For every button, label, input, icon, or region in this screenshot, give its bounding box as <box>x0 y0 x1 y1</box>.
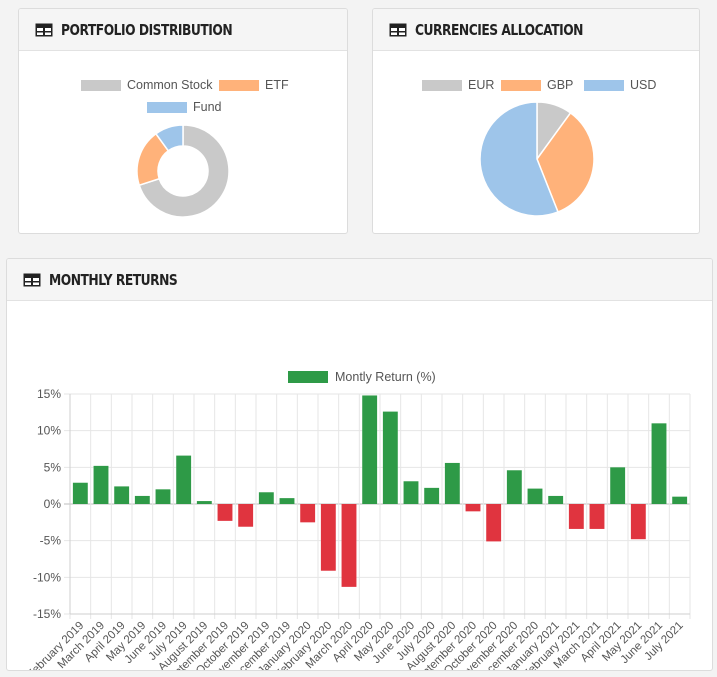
y-tick-label: -5% <box>40 534 62 548</box>
portfolio-doughnut-chart: Common Stock ETF Fund <box>81 78 289 218</box>
bar-august-2020 <box>444 462 460 504</box>
table-icon <box>35 23 53 36</box>
legend-swatch-etf <box>219 80 259 91</box>
legend-swatch-usd <box>584 80 624 91</box>
legend-label-common-stock: Common Stock <box>127 78 213 92</box>
y-tick-label: 0% <box>44 497 62 511</box>
bar-october-2019 <box>238 504 254 527</box>
monthly-returns-bar-chart: Montly Return (%)15%10%5%0%-5%-10%-15%Fe… <box>25 370 691 670</box>
monthly-returns-panel: MONTHLY RETURNS Montly Return (%) 15% 10% 5… <box>6 258 713 671</box>
panel-title: MONTHLY RETURNS <box>49 270 178 289</box>
portfolio-distribution-panel: PORTFOLIO DISTRIBUTION Common Stock ETF Fu… <box>18 8 348 234</box>
portfolio-distribution-header: PORTFOLIO DISTRIBUTION <box>19 9 347 51</box>
bar-february-2021 <box>568 504 584 529</box>
y-tick-label: 10% <box>37 424 61 438</box>
legend-label-usd: USD <box>630 78 656 92</box>
bar-july-2019 <box>176 455 192 504</box>
table-icon <box>23 273 41 286</box>
currencies-pie-chart: EUR GBP USD <box>422 78 656 217</box>
legend-label-monthly-return: Montly Return (%) <box>335 370 436 384</box>
y-tick-label: -10% <box>33 570 61 584</box>
panel-title: PORTFOLIO DISTRIBUTION <box>61 20 233 39</box>
y-tick-label: 5% <box>44 460 62 474</box>
legend-swatch-eur <box>422 80 462 91</box>
bar-march-2021 <box>589 504 605 529</box>
bar-december-2020 <box>527 488 543 504</box>
legend-label-fund: Fund <box>193 100 222 114</box>
bar-january-2021 <box>548 495 564 504</box>
bar-november-2019 <box>258 492 274 504</box>
y-tick-label: 15% <box>37 387 61 401</box>
currencies-allocation-header: CURRENCIES ALLOCATION <box>373 9 699 51</box>
bar-june-2021 <box>651 423 667 504</box>
table-icon <box>389 23 407 36</box>
currencies-allocation-panel: CURRENCIES ALLOCATION EUR GBP USD <box>372 8 700 234</box>
bar-september-2020 <box>465 504 481 512</box>
bar-april-2021 <box>610 467 626 504</box>
legend-swatch-gbp <box>501 80 541 91</box>
bar-july-2020 <box>424 487 440 504</box>
bar-may-2020 <box>382 411 398 504</box>
bar-june-2019 <box>155 489 171 504</box>
legend-label-eur: EUR <box>468 78 494 92</box>
legend-label-gbp: GBP <box>547 78 573 92</box>
legend-label-etf: ETF <box>265 78 289 92</box>
legend-swatch-monthly-return <box>288 371 328 383</box>
bar-february-2020 <box>320 504 336 571</box>
bar-january-2020 <box>300 504 316 523</box>
bar-september-2019 <box>217 504 233 521</box>
bar-april-2020 <box>362 395 378 504</box>
bar-april-2019 <box>114 486 130 504</box>
bar-november-2020 <box>506 470 522 504</box>
bar-february-2019 <box>72 482 88 504</box>
bar-may-2019 <box>134 495 150 504</box>
bar-july-2021 <box>672 496 688 504</box>
legend-swatch-common-stock <box>81 80 121 91</box>
bar-june-2020 <box>403 481 419 504</box>
panel-title: CURRENCIES ALLOCATION <box>415 20 583 39</box>
bar-december-2019 <box>279 498 295 504</box>
legend-swatch-fund <box>147 102 187 113</box>
bar-october-2020 <box>486 504 502 542</box>
bar-may-2021 <box>630 504 646 540</box>
bar-march-2020 <box>341 504 357 587</box>
monthly-returns-header: MONTHLY RETURNS <box>7 259 712 301</box>
y-tick-label: -15% <box>33 607 61 621</box>
bar-march-2019 <box>93 465 109 504</box>
bar-august-2019 <box>196 501 212 504</box>
